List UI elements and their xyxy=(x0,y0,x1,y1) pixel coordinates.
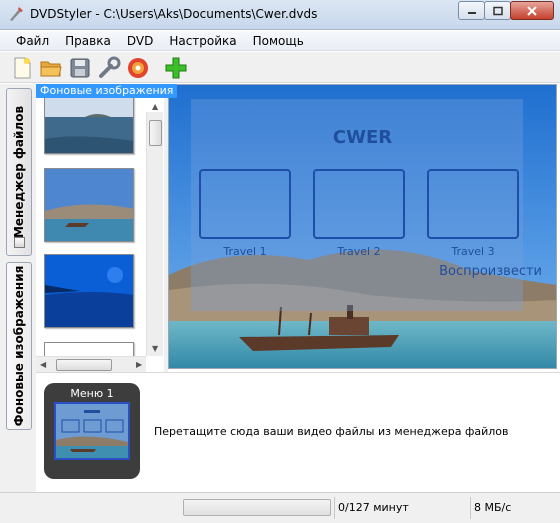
status-bar: 0/127 минут 8 МБ/с xyxy=(0,492,560,523)
duration-status: 0/127 минут xyxy=(338,501,409,514)
background-thumbnail[interactable] xyxy=(44,254,134,328)
menu-card[interactable]: Меню 1 xyxy=(44,383,140,479)
menu-button-label-3[interactable]: Travel 3 xyxy=(427,245,519,258)
tab-backgrounds[interactable]: Фоновые изображения xyxy=(6,262,32,430)
background-panel: Фоновые изображения ▲ ▼ ◀ ▶ xyxy=(36,84,178,372)
close-button[interactable] xyxy=(510,1,554,20)
tab-file-manager-label: Менеджер файлов xyxy=(12,105,26,239)
menu-dvd[interactable]: DVD xyxy=(119,31,161,51)
menu-settings[interactable]: Настройка xyxy=(161,31,244,51)
status-divider xyxy=(334,497,335,519)
play-button[interactable]: Воспроизвести xyxy=(439,264,542,279)
menu-edit[interactable]: Правка xyxy=(57,31,119,51)
tab-backgrounds-label: Фоновые изображения xyxy=(12,265,26,427)
scroll-down-icon[interactable]: ▼ xyxy=(152,344,158,353)
status-divider xyxy=(470,497,471,519)
window-title: DVDStyler - C:\Users\Aks\Documents\Cwer.… xyxy=(30,7,318,21)
menu-button-frame-2[interactable] xyxy=(313,169,405,239)
side-tabs: Менеджер файлов Фоновые изображения xyxy=(0,84,36,492)
tab-checkbox-icon xyxy=(14,237,25,248)
panel-header: Фоновые изображения xyxy=(36,84,178,98)
scroll-right-icon[interactable]: ▶ xyxy=(136,360,142,369)
save-icon[interactable] xyxy=(68,56,92,80)
scroll-left-icon[interactable]: ◀ xyxy=(40,360,46,369)
menu-button-frame-3[interactable] xyxy=(427,169,519,239)
tab-file-manager[interactable]: Менеджер файлов xyxy=(6,88,32,256)
menu-bar: Файл Правка DVD Настройка Помощь xyxy=(0,31,560,51)
menu-help[interactable]: Помощь xyxy=(245,31,312,51)
scroll-thumb[interactable] xyxy=(56,359,112,371)
rate-status: 8 МБ/с xyxy=(474,501,512,514)
menu-card-thumbnail xyxy=(54,402,130,460)
menu-card-label: Меню 1 xyxy=(70,387,114,400)
title-bar: DVDStyler - C:\Users\Aks\Documents\Cwer.… xyxy=(0,0,560,30)
burn-icon[interactable] xyxy=(126,56,150,80)
background-thumbnail[interactable] xyxy=(44,168,134,242)
titleset-panel: Меню 1 Перетащите сюда ваши видео файлы … xyxy=(36,372,560,492)
drop-hint: Перетащите сюда ваши видео файлы из мене… xyxy=(154,425,509,438)
scroll-up-icon[interactable]: ▲ xyxy=(152,102,158,111)
horizontal-scrollbar[interactable]: ◀ ▶ xyxy=(36,356,146,372)
add-icon[interactable] xyxy=(164,56,188,80)
toolbar xyxy=(0,52,560,83)
menu-file[interactable]: Файл xyxy=(8,31,57,51)
menu-button-frame-1[interactable] xyxy=(199,169,291,239)
settings-icon[interactable] xyxy=(97,56,121,80)
new-icon[interactable] xyxy=(10,56,34,80)
open-icon[interactable] xyxy=(39,56,63,80)
maximize-button[interactable] xyxy=(484,1,511,20)
menu-preview[interactable]: CWER Travel 1 Travel 2 Travel 3 Воспроиз… xyxy=(168,84,557,369)
menu-button-label-2[interactable]: Travel 2 xyxy=(313,245,405,258)
app-icon xyxy=(8,6,24,22)
menu-title[interactable]: CWER xyxy=(169,127,556,148)
scroll-thumb[interactable] xyxy=(149,120,162,146)
disc-usage-progress xyxy=(183,499,331,516)
menu-button-label-1[interactable]: Travel 1 xyxy=(199,245,291,258)
minimize-button[interactable] xyxy=(458,1,485,20)
vertical-scrollbar[interactable]: ▲ ▼ xyxy=(146,102,163,356)
